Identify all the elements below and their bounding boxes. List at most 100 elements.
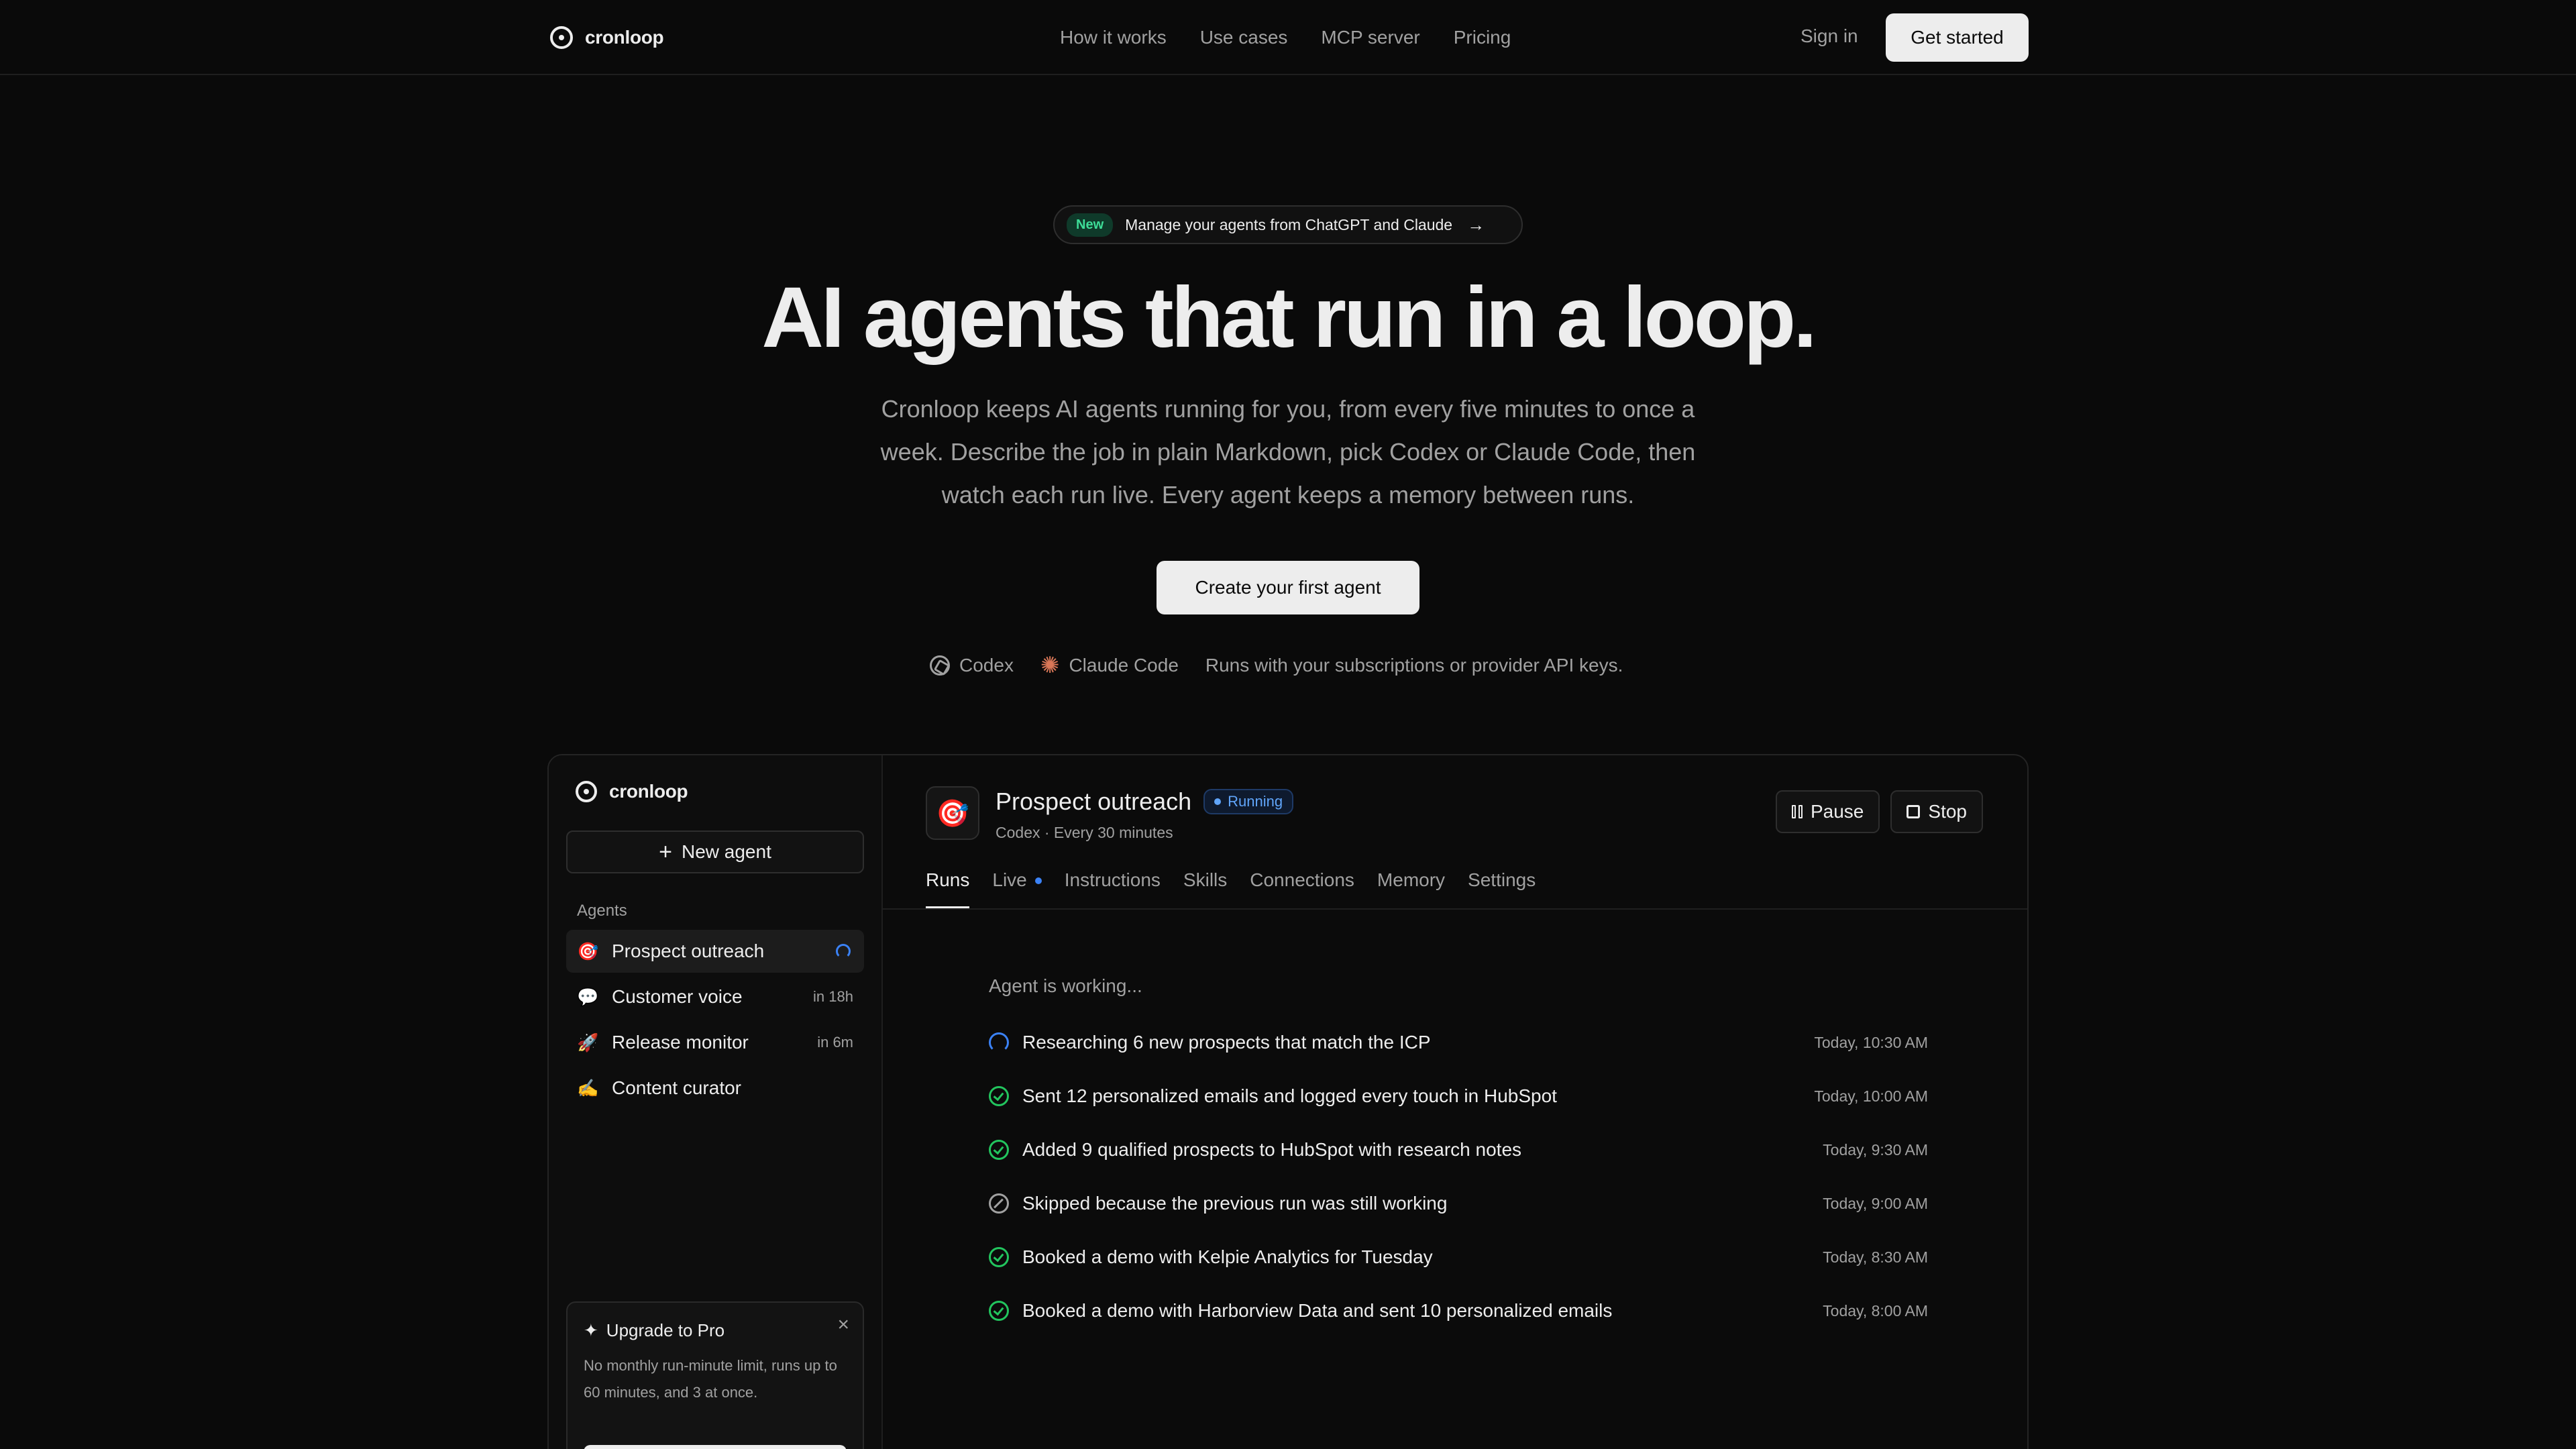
provider-row: Codex ✺ Claude Code Runs with your subsc… [930,651,1623,680]
top-navigation: cronloop How it works Use cases MCP serv… [0,0,2576,75]
tab-memory[interactable]: Memory [1377,869,1445,908]
agent-name: Content curator [612,1077,741,1098]
check-circle-icon [989,1301,1009,1321]
target-icon: 🎯 [926,786,979,840]
next-run-label: in 18h [813,988,853,1005]
tab-live-label: Live [992,869,1027,890]
tab-skills[interactable]: Skills [1183,869,1227,908]
check-circle-icon [989,1086,1009,1106]
nav-link-mcp-server[interactable]: MCP server [1321,27,1419,48]
nav-link-how-it-works[interactable]: How it works [1060,27,1167,48]
upgrade-title: Upgrade to Pro [606,1320,725,1340]
status-label: Running [1228,793,1283,810]
run-description: Booked a demo with Harborview Data and s… [1022,1300,1613,1321]
sidebar-item-customer-voice[interactable]: 💬 Customer voice in 18h [566,975,864,1018]
run-row[interactable]: Sent 12 personalized emails and logged e… [981,1069,1928,1123]
brand-name: cronloop [585,27,664,48]
stop-button[interactable]: Stop [1890,790,1983,833]
agent-detail: 🎯 Prospect outreach Running Codex · Ever… [883,755,2027,1449]
status-dot-icon [1214,798,1222,805]
run-description: Skipped because the previous run was sti… [1022,1193,1448,1214]
tab-settings[interactable]: Settings [1468,869,1536,908]
run-row[interactable]: Added 9 qualified prospects to HubSpot w… [981,1123,1928,1177]
brand-logo[interactable]: cronloop [550,24,664,51]
live-indicator-icon [1034,877,1042,884]
agent-tabs: Runs Live Instructions Skills Connection… [926,869,1536,908]
run-description: Researching 6 new prospects that match t… [1022,1032,1431,1053]
provider-codex-label: Codex [959,655,1014,676]
announcement-pill[interactable]: New Manage your agents from ChatGPT and … [1053,205,1523,244]
pause-button[interactable]: Pause [1775,790,1880,833]
run-description: Added 9 qualified prospects to HubSpot w… [1022,1139,1522,1160]
loading-spinner-icon [989,1032,1009,1053]
running-spinner-icon [836,944,851,959]
agent-name: Customer voice [612,986,743,1007]
tab-connections[interactable]: Connections [1250,869,1354,908]
tab-instructions[interactable]: Instructions [1065,869,1161,908]
stop-label: Stop [1928,801,1967,822]
next-run-label: in 6m [817,1034,853,1051]
agent-actions: Pause Stop [1775,790,1983,833]
working-label: Agent is working... [989,975,1142,996]
sidebar-item-content-curator[interactable]: ✍️ Content curator [566,1067,864,1110]
run-time: Today, 8:00 AM [1823,1301,1928,1320]
upgrade-title-row: ✦ Upgrade to Pro [584,1320,724,1341]
tabs-divider [883,908,2027,910]
nav-links: How it works Use cases MCP server Pricin… [1060,24,1511,51]
hero-subtitle: Cronloop keeps AI agents running for you… [880,395,1696,508]
check-circle-icon [989,1140,1009,1160]
run-row[interactable]: Booked a demo with Harborview Data and s… [981,1284,1928,1338]
arrow-right-icon: → [1467,214,1485,235]
cronloop-logo-icon [576,781,597,802]
sidebar-item-release-monitor[interactable]: 🚀 Release monitor in 6m [566,1021,864,1064]
upgrade-button[interactable] [584,1445,847,1449]
new-badge: New [1067,213,1114,237]
tab-runs[interactable]: Runs [926,869,970,908]
sidebar-brand-name: cronloop [609,781,688,802]
run-time: Today, 10:00 AM [1814,1087,1928,1105]
run-time: Today, 10:30 AM [1814,1033,1928,1051]
run-time: Today, 9:30 AM [1823,1140,1928,1159]
agent-list: 🎯 Prospect outreach 💬 Customer voice in … [566,930,864,1112]
run-time: Today, 9:00 AM [1823,1194,1928,1212]
check-circle-icon [989,1247,1009,1267]
create-first-agent-button[interactable]: Create your first agent [1157,561,1419,614]
app-preview: cronloop + New agent Agents 🎯 Prospect o… [547,754,2029,1449]
tab-live[interactable]: Live [992,869,1042,908]
speech-bubble-icon: 💬 [577,986,599,1007]
provider-claude: ✺ Claude Code [1040,653,1179,678]
agent-name: Prospect outreach [612,941,765,961]
agent-schedule: Codex · Every 30 minutes [996,824,1173,841]
run-list: Researching 6 new prospects that match t… [981,1016,1928,1338]
hero-title: AI agents that run in a loop. [761,270,1817,366]
sidebar-brand[interactable]: cronloop [576,781,688,802]
writing-hand-icon: ✍️ [577,1077,599,1098]
cronloop-logo-icon [550,26,573,49]
upgrade-card: ✦ Upgrade to Pro × No monthly run-minute… [566,1301,864,1449]
provider-note: Runs with your subscriptions or provider… [1205,655,1623,676]
pause-label: Pause [1810,801,1864,822]
status-badge: Running [1203,789,1294,814]
run-row[interactable]: Researching 6 new prospects that match t… [981,1016,1928,1069]
sign-in-link[interactable]: Sign in [1801,25,1858,47]
nav-link-pricing[interactable]: Pricing [1454,27,1511,48]
openai-icon [930,655,950,676]
sidebar-item-prospect-outreach[interactable]: 🎯 Prospect outreach [566,930,864,973]
upgrade-body: No monthly run-minute limit, runs up to … [584,1357,837,1401]
agent-title-row: Prospect outreach Running [996,788,1294,816]
close-icon[interactable]: × [837,1313,849,1336]
run-row[interactable]: Booked a demo with Kelpie Analytics for … [981,1230,1928,1284]
new-agent-label: New agent [681,841,771,862]
run-row[interactable]: Skipped because the previous run was sti… [981,1177,1928,1230]
announcement-text: Manage your agents from ChatGPT and Clau… [1125,215,1453,233]
pause-icon [1791,805,1803,818]
sidebar: cronloop + New agent Agents 🎯 Prospect o… [549,755,883,1449]
run-description: Booked a demo with Kelpie Analytics for … [1022,1246,1433,1267]
claude-icon: ✺ [1040,653,1060,678]
provider-codex: Codex [930,655,1014,676]
get-started-button[interactable]: Get started [1886,13,2029,62]
new-agent-button[interactable]: + New agent [566,830,864,873]
nav-link-use-cases[interactable]: Use cases [1200,27,1288,48]
rocket-icon: 🚀 [577,1032,599,1053]
agents-section-label: Agents [577,902,627,920]
